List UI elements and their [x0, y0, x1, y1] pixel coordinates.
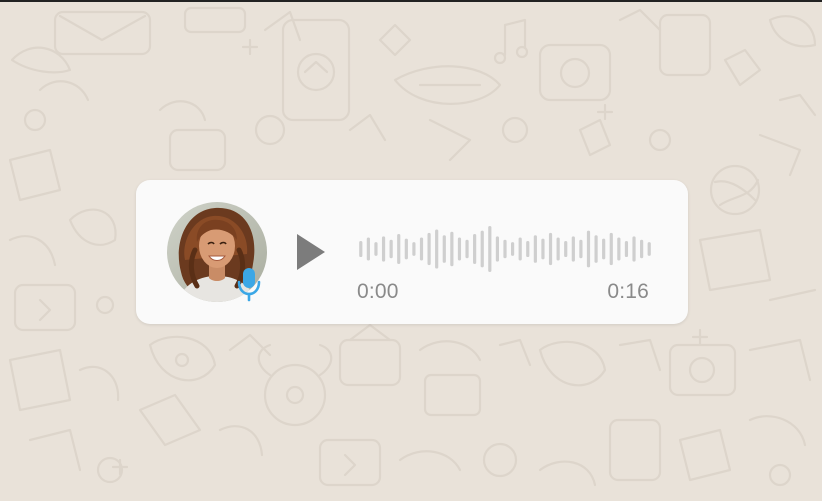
waveform-bar: [526, 240, 530, 258]
waveform-bar: [450, 231, 454, 267]
waveform-bar: [647, 242, 651, 256]
waveform-bar: [579, 239, 583, 259]
waveform-bar: [640, 239, 644, 259]
waveform-bar: [480, 230, 484, 268]
waveform-bar: [435, 229, 439, 269]
voice-message-bubble: 0:00 0:16: [136, 180, 688, 324]
waveform-bar: [389, 239, 393, 259]
waveform-bar: [518, 237, 522, 261]
waveform-bar: [366, 237, 370, 261]
waveform-bar: [397, 234, 401, 264]
play-icon[interactable]: [294, 232, 328, 272]
duration: 0:16: [607, 280, 649, 303]
waveform-bar: [374, 242, 378, 256]
waveform-bar: [571, 236, 575, 262]
waveform-bar: [419, 237, 424, 261]
waveform-bar: [556, 237, 560, 261]
audio-waveform[interactable]: [357, 226, 653, 272]
waveform-bar: [510, 242, 515, 256]
waveform-bar: [465, 239, 469, 259]
waveform-bar: [404, 238, 408, 260]
waveform-bar: [473, 234, 477, 264]
waveform-bar: [624, 240, 629, 258]
waveform-bar: [503, 239, 507, 259]
waveform-bar: [381, 236, 386, 262]
waveform-bar: [488, 226, 492, 272]
waveform-bar: [594, 235, 598, 263]
waveform-bar: [533, 235, 537, 263]
waveform-bar: [359, 240, 363, 258]
microphone-icon: [237, 268, 261, 302]
waveform-bar: [586, 230, 591, 268]
waveform-bar: [427, 232, 431, 266]
waveform-bar: [602, 238, 606, 260]
window-top-edge: [0, 0, 822, 2]
waveform-bar: [632, 236, 636, 262]
waveform-bar: [609, 232, 613, 266]
waveform-bar: [564, 240, 568, 258]
waveform-bar: [495, 236, 500, 262]
waveform-bar: [412, 242, 416, 256]
current-time: 0:00: [357, 280, 399, 303]
waveform-bar: [457, 237, 462, 261]
waveform-bar: [617, 237, 621, 261]
waveform-bar: [442, 235, 446, 263]
waveform-bar: [548, 232, 553, 266]
waveform-bar: [541, 238, 545, 260]
